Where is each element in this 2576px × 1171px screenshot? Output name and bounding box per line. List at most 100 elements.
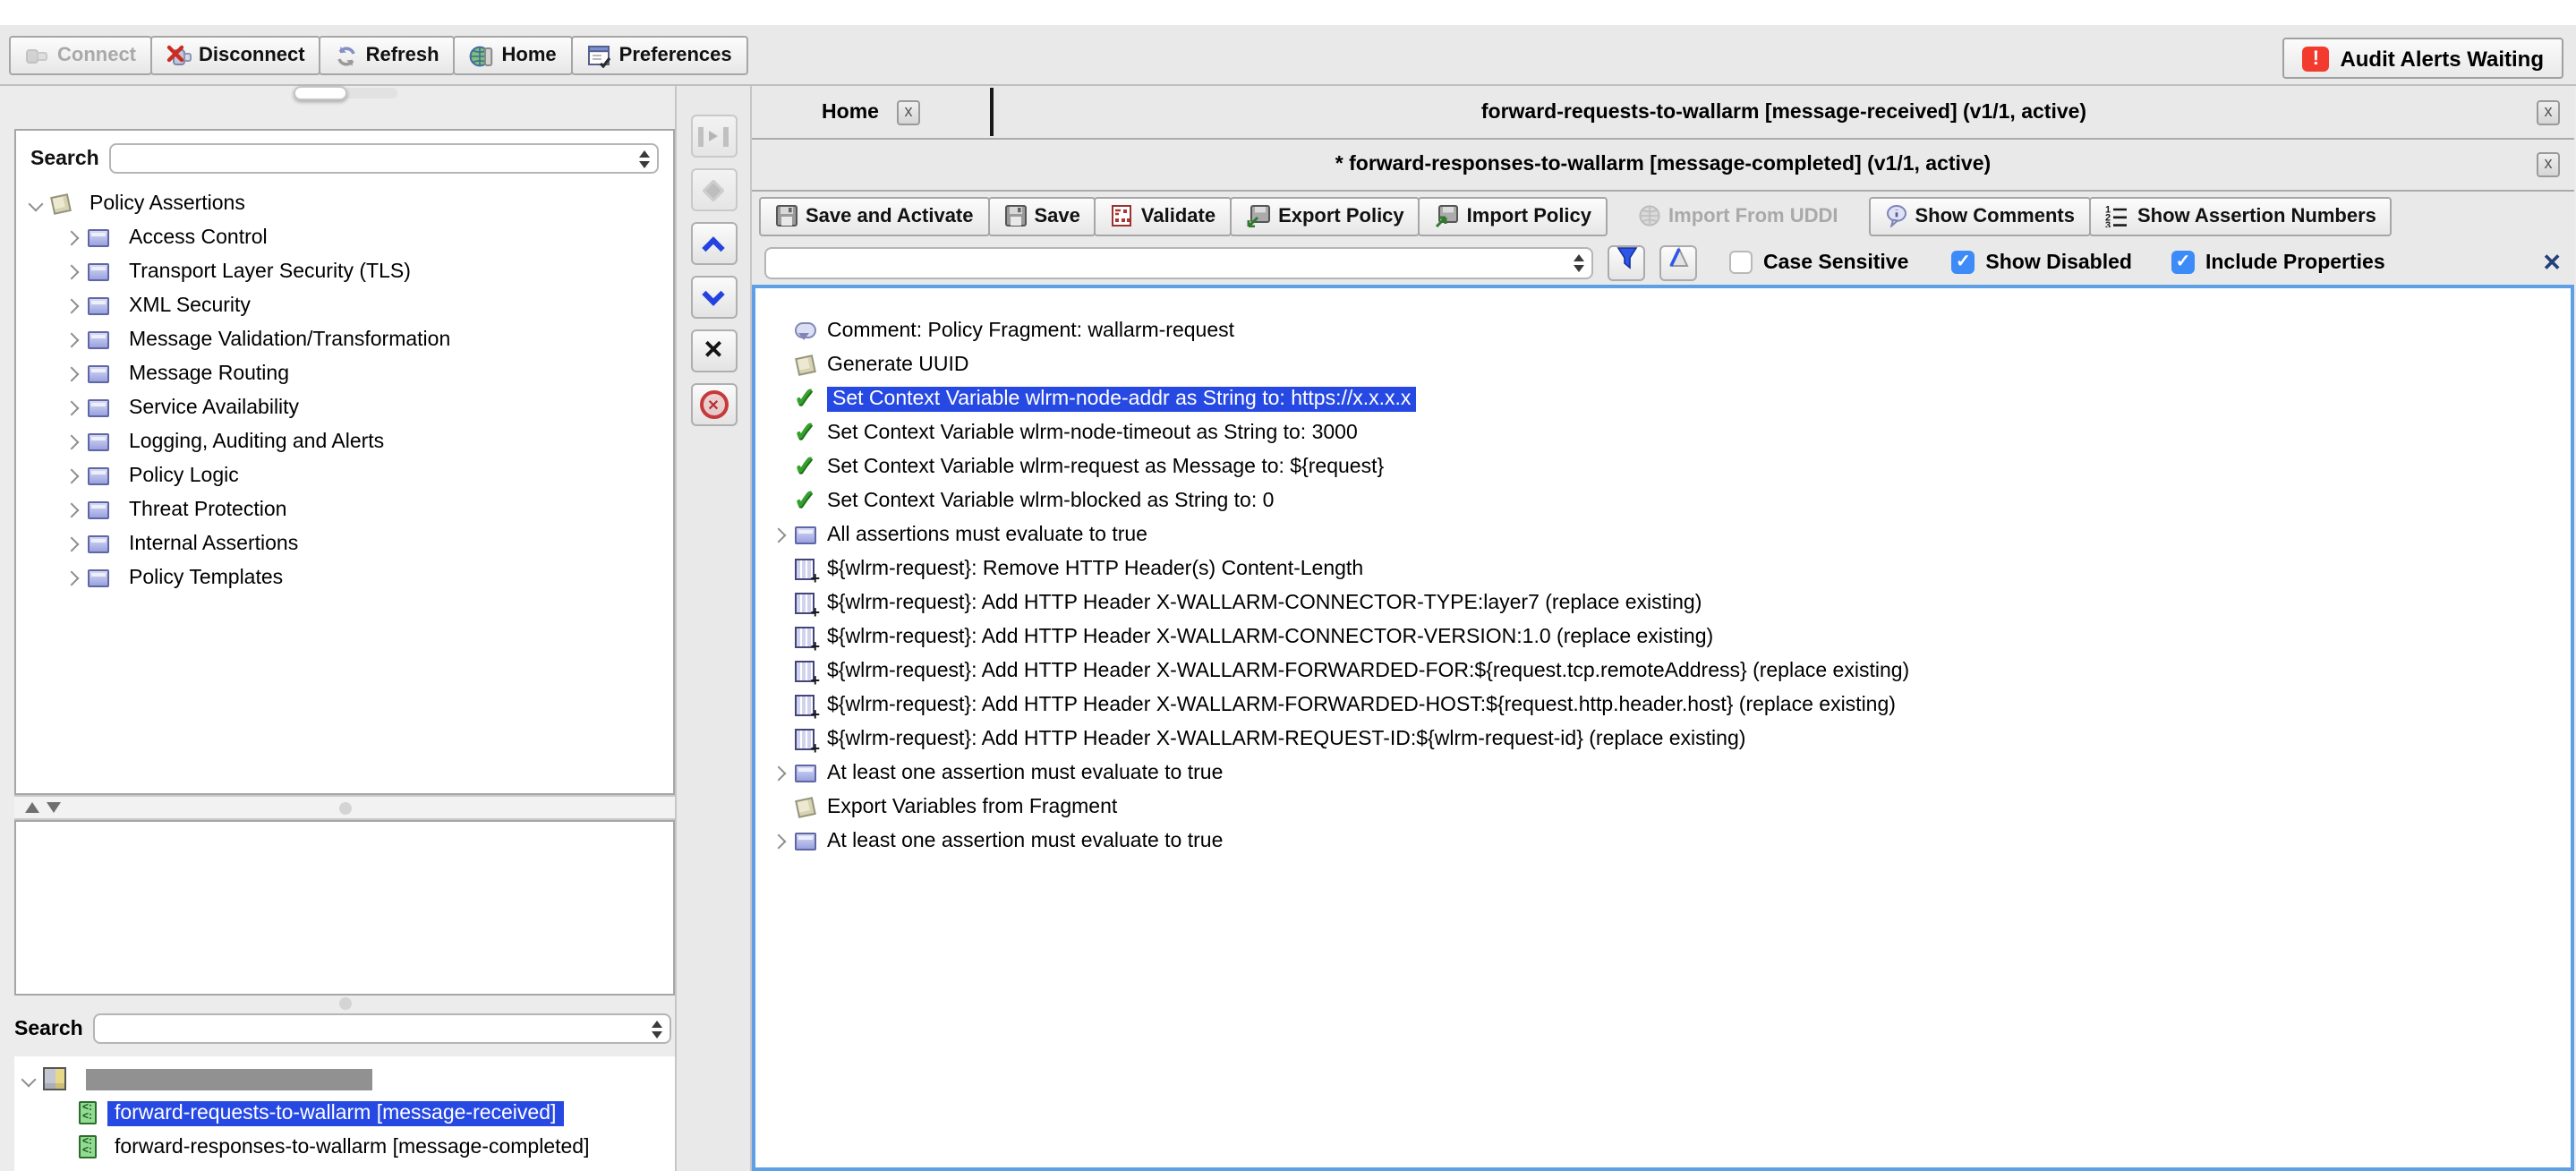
category-access-control[interactable]: Access Control: [16, 220, 673, 254]
search-stepper[interactable]: [1566, 248, 1591, 277]
service-forward-responses-to-wallarm-message-completed[interactable]: forward-responses-to-wallarm [message-co…: [14, 1130, 675, 1164]
policy-fragment-icon: [79, 1101, 97, 1124]
policy-assertion-row[interactable]: ${wlrm-request}: Remove HTTP Header(s) C…: [766, 551, 2571, 586]
category-policy-logic[interactable]: Policy Logic: [16, 458, 673, 492]
save-and-activate-button[interactable]: Save and Activate: [759, 196, 990, 235]
category-transport-layer-security-tls[interactable]: Transport Layer Security (TLS): [16, 254, 673, 288]
policy-assertion-row[interactable]: Comment: Policy Fragment: wallarm-reques…: [766, 313, 2571, 347]
policy-assertion-row[interactable]: At least one assertion must evaluate to …: [766, 756, 2571, 790]
policy-editor: Comment: Policy Fragment: wallarm-reques…: [752, 285, 2574, 1171]
policy-assertion-row[interactable]: ${wlrm-request}: Add HTTP Header X-WALLA…: [766, 586, 2571, 620]
category-internal-assertions[interactable]: Internal Assertions: [16, 526, 673, 560]
policy-assertion-row[interactable]: ${wlrm-request}: Add HTTP Header X-WALLA…: [766, 722, 2571, 756]
header-icon: [795, 694, 815, 715]
category-xml-security[interactable]: XML Security: [16, 288, 673, 322]
home-button[interactable]: Home: [454, 36, 573, 75]
chevron-right-icon[interactable]: [771, 527, 786, 543]
tab-forward-requests[interactable]: forward-requests-to-wallarm [message-rec…: [994, 86, 2574, 138]
close-tab-icon[interactable]: [2537, 152, 2560, 177]
move-down-button[interactable]: [690, 276, 737, 319]
assertion-search-input[interactable]: [110, 143, 659, 174]
header-icon: [795, 592, 815, 613]
audit-alerts-button[interactable]: Audit Alerts Waiting: [2282, 38, 2563, 79]
import-icon: [1435, 204, 1460, 227]
triangle-filter-icon: [1666, 245, 1691, 279]
validate-button[interactable]: Validate: [1095, 196, 1232, 235]
chevron-right-icon: [64, 570, 80, 586]
chevron-right-icon[interactable]: [771, 833, 786, 849]
close-tab-icon[interactable]: [897, 99, 920, 124]
tab-home[interactable]: Home: [752, 86, 990, 138]
workspace-tab-row-1: Home forward-requests-to-wallarm [messag…: [752, 86, 2574, 140]
category-policy-templates[interactable]: Policy Templates: [16, 560, 673, 594]
filter-prev-button[interactable]: [1659, 244, 1697, 280]
tab-forward-responses[interactable]: * forward-responses-to-wallarm [message-…: [752, 154, 2574, 175]
assertion-tree-root[interactable]: Policy Assertions: [16, 186, 673, 220]
category-message-validation-transformation[interactable]: Message Validation/Transformation: [16, 322, 673, 356]
chevron-right-icon: [64, 502, 80, 517]
reorder-button[interactable]: [690, 168, 737, 211]
disable-assertion-button[interactable]: [690, 383, 737, 426]
close-tab-icon[interactable]: [2537, 99, 2560, 124]
policy-assertion-row[interactable]: Export Variables from Fragment: [766, 790, 2571, 824]
policy-assertion-row[interactable]: All assertions must evaluate to true: [766, 517, 2571, 551]
policy-search-input[interactable]: [764, 246, 1593, 278]
policy-assertion-row[interactable]: Generate UUID: [766, 347, 2571, 381]
category-message-routing[interactable]: Message Routing: [16, 356, 673, 390]
disconnect-button[interactable]: Disconnect: [150, 36, 321, 75]
close-filter-icon[interactable]: [2542, 246, 2562, 278]
policy-assertion-row[interactable]: At least one assertion must evaluate to …: [766, 824, 2571, 858]
connect-button[interactable]: Connect: [9, 36, 152, 75]
audit-alert-icon: [2302, 46, 2329, 71]
collapse-down-icon[interactable]: [47, 802, 61, 813]
policy-assertion-row[interactable]: ${wlrm-request}: Add HTTP Header X-WALLA…: [766, 688, 2571, 722]
services-search-input[interactable]: [94, 1013, 671, 1044]
policy-assertion-row[interactable]: ${wlrm-request}: Add HTTP Header X-WALLA…: [766, 654, 2571, 688]
show-disabled-checkbox[interactable]: [1951, 251, 1975, 274]
splitter-grip[interactable]: [338, 801, 351, 814]
folder-icon: [88, 364, 109, 382]
case-sensitive-checkbox[interactable]: [1729, 251, 1753, 274]
category-threat-protection[interactable]: Threat Protection: [16, 492, 673, 526]
show-assertion-numbers-button[interactable]: 123Show Assertion Numbers: [2089, 196, 2393, 235]
redacted-gateway-name: [86, 1068, 372, 1090]
search-stepper[interactable]: [632, 145, 657, 172]
import-from-uddi-button[interactable]: Import From UDDI: [1622, 196, 1854, 235]
export-policy-button[interactable]: Export Policy: [1230, 196, 1420, 235]
policy-assertion-row[interactable]: Set Context Variable wlrm-request as Mes…: [766, 449, 2571, 483]
tab-assertions[interactable]: [293, 86, 346, 100]
include-properties-option[interactable]: Include Properties: [2171, 251, 2385, 274]
collapse-up-icon[interactable]: [25, 802, 39, 813]
check-icon: [793, 483, 815, 517]
category-service-availability[interactable]: Service Availability: [16, 390, 673, 424]
preferences-button[interactable]: Preferences: [571, 36, 748, 75]
show-disabled-option[interactable]: Show Disabled: [1951, 251, 2132, 274]
policy-filter-bar: Case Sensitive Show Disabled Include Pro…: [752, 240, 2574, 285]
import-policy-button[interactable]: Import Policy: [1419, 196, 1608, 235]
chevron-right-icon[interactable]: [771, 765, 786, 781]
filter-next-button[interactable]: [1608, 244, 1645, 280]
gateway-node[interactable]: [14, 1062, 675, 1096]
splitter-grip[interactable]: [338, 996, 351, 1009]
policy-assertion-row[interactable]: Set Context Variable wlrm-node-timeout a…: [766, 415, 2571, 449]
policy-assertion-row[interactable]: Set Context Variable wlrm-blocked as Str…: [766, 483, 2571, 517]
show-comments-button[interactable]: Show Comments: [1869, 196, 2091, 235]
policy-assertion-row[interactable]: ${wlrm-request}: Add HTTP Header X-WALLA…: [766, 620, 2571, 654]
include-properties-checkbox[interactable]: [2171, 251, 2195, 274]
refresh-button[interactable]: Refresh: [320, 36, 456, 75]
check-icon: [793, 449, 815, 483]
add-assertion-button[interactable]: [690, 115, 737, 158]
move-up-button[interactable]: [690, 222, 737, 265]
service-forward-requests-to-wallarm-message-received[interactable]: forward-requests-to-wallarm [message-rec…: [14, 1096, 675, 1130]
folder-icon: [88, 398, 109, 416]
tab-identity-providers[interactable]: [346, 88, 397, 98]
save-button[interactable]: Save: [988, 196, 1096, 235]
policy-assertion-row[interactable]: Set Context Variable wlrm-node-addr as S…: [766, 381, 2571, 415]
case-sensitive-option[interactable]: Case Sensitive: [1729, 251, 1908, 274]
services-splitter[interactable]: [14, 996, 675, 1010]
funnel-icon: [1614, 245, 1639, 279]
category-logging-auditing-and-alerts[interactable]: Logging, Auditing and Alerts: [16, 424, 673, 458]
delete-assertion-button[interactable]: [690, 329, 737, 372]
palette-splitter[interactable]: [14, 795, 675, 820]
search-stepper[interactable]: [644, 1015, 670, 1042]
